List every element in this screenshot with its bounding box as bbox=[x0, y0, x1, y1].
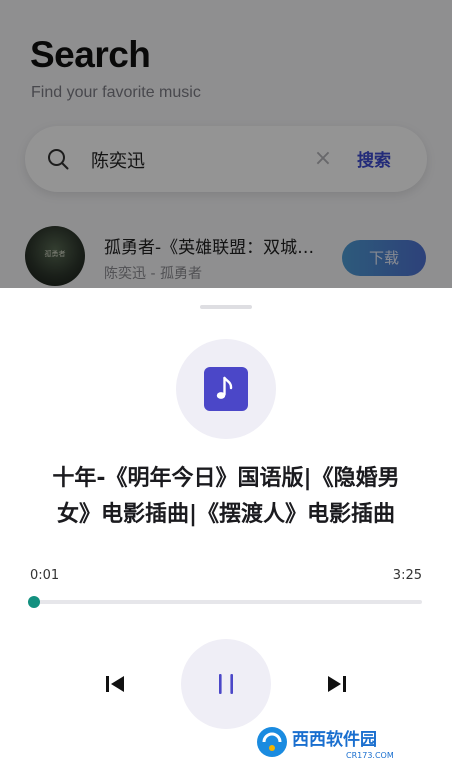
time-total: 3:25 bbox=[392, 568, 422, 583]
skip-previous-icon[interactable] bbox=[103, 672, 127, 696]
skip-next-icon[interactable] bbox=[325, 672, 349, 696]
time-current: 0:01 bbox=[30, 568, 60, 583]
watermark-text: 西西软件园 bbox=[292, 729, 377, 750]
watermark-subtext: CR173.COM bbox=[346, 751, 394, 760]
play-pause-button[interactable] bbox=[181, 639, 271, 729]
track-title: 十年-《明年今日》国语版|《隐婚男女》电影插曲|《摆渡人》电影插曲 bbox=[52, 466, 400, 527]
progress-slider[interactable] bbox=[27, 596, 422, 608]
pause-icon bbox=[219, 674, 233, 694]
music-note-icon bbox=[204, 367, 248, 411]
album-art bbox=[176, 339, 276, 439]
progress-thumb[interactable] bbox=[27, 596, 40, 608]
watermark-logo: 西西软件园 CR173.COM bbox=[252, 722, 432, 762]
drag-handle[interactable] bbox=[200, 305, 252, 309]
player-sheet: 十年-《明年今日》国语版|《隐婚男女》电影插曲|《摆渡人》电影插曲 0:01 3… bbox=[0, 288, 452, 770]
